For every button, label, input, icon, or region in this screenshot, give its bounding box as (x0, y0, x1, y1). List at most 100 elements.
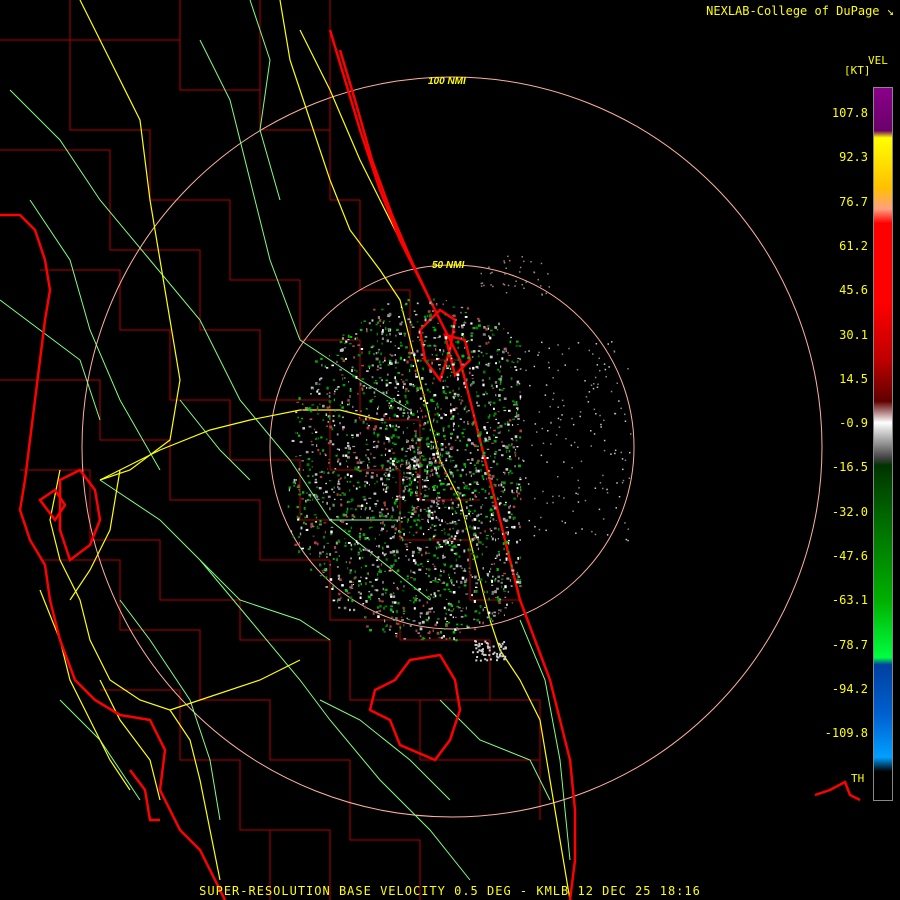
echo-pixel (354, 421, 357, 423)
echo-pixel (584, 499, 587, 502)
echo-pixel (494, 451, 497, 453)
echo-pixel (420, 518, 424, 520)
echo-pixel (410, 576, 413, 579)
echo-pixel (541, 293, 543, 295)
echo-pixel (344, 514, 348, 516)
echo-pixel (470, 549, 473, 551)
echo-pixel (402, 610, 406, 613)
echo-pixel (504, 422, 507, 426)
echo-pixel (330, 530, 333, 534)
echo-pixel (398, 557, 400, 560)
echo-pixel (338, 592, 341, 596)
echo-pixel (550, 421, 552, 424)
echo-pixel (358, 580, 361, 583)
echo-pixel (490, 284, 492, 286)
echo-pixel (342, 454, 345, 457)
echo-pixel (516, 578, 520, 582)
echo-pixel (483, 455, 486, 457)
echo-pixel (470, 350, 473, 353)
echo-pixel (533, 365, 536, 368)
echo-pixel (437, 578, 441, 580)
echo-pixel (463, 421, 465, 424)
echo-pixel (547, 361, 550, 364)
echo-pixel (546, 461, 548, 463)
echo-pixel (418, 451, 422, 454)
echo-pixel (372, 612, 375, 615)
echo-pixel (467, 409, 470, 412)
echo-pixel (531, 444, 533, 447)
echo-pixel (594, 376, 597, 379)
echo-pixel (377, 440, 380, 443)
echo-pixel (495, 418, 497, 420)
echo-pixel (437, 456, 440, 459)
echo-pixel (376, 606, 379, 609)
echo-pixel (516, 360, 519, 363)
echo-pixel (339, 368, 342, 371)
echo-pixel (357, 354, 361, 357)
echo-pixel (368, 352, 371, 355)
echo-pixel (506, 577, 510, 580)
echo-pixel (596, 386, 599, 388)
echo-pixel (374, 537, 376, 540)
echo-pixel (557, 406, 559, 408)
echo-pixel (413, 466, 416, 468)
echo-pixel (431, 400, 435, 402)
echo-pixel (455, 639, 458, 642)
echo-pixel (379, 363, 382, 366)
echo-pixel (407, 417, 409, 420)
echo-pixel (448, 544, 451, 546)
echo-pixel (385, 334, 388, 337)
echo-pixel (350, 557, 352, 560)
echo-pixel (506, 360, 509, 362)
echo-pixel (495, 362, 497, 365)
echo-pixel (469, 462, 472, 464)
echo-pixel (339, 422, 341, 425)
echo-pixel (486, 590, 488, 594)
echo-pixel (529, 384, 531, 387)
echo-pixel (491, 579, 493, 583)
echo-pixel (455, 497, 458, 499)
echo-pixel (464, 465, 467, 468)
echo-pixel (489, 414, 491, 417)
echo-pixel (489, 355, 493, 359)
echo-pixel (430, 499, 433, 503)
echo-pixel (373, 431, 376, 435)
echo-pixel (444, 478, 446, 480)
echo-pixel (409, 383, 412, 386)
echo-pixel (484, 428, 487, 431)
echo-pixel (343, 606, 347, 610)
echo-pixel (342, 359, 346, 362)
echo-pixel (341, 584, 344, 587)
echo-pixel (475, 555, 479, 559)
echo-pixel (421, 553, 423, 557)
echo-pixel (505, 553, 508, 555)
echo-pixel (457, 425, 460, 427)
echo-pixel (499, 559, 501, 561)
echo-pixel (405, 476, 408, 478)
echo-pixel (429, 301, 432, 305)
echo-pixel (343, 377, 346, 379)
echo-pixel (418, 438, 421, 442)
echo-pixel (415, 471, 418, 473)
echo-pixel (423, 399, 425, 402)
echo-pixel (440, 631, 442, 634)
echo-pixel (488, 646, 491, 649)
echo-pixel (473, 525, 475, 527)
echo-pixel (483, 370, 486, 374)
echo-pixel (405, 451, 408, 452)
echo-pixel (328, 391, 331, 394)
scale-label: 14.5 (839, 371, 868, 386)
echo-pixel (315, 437, 318, 440)
echo-pixel (336, 360, 338, 363)
echo-pixel (570, 444, 573, 447)
echo-pixel (456, 580, 458, 583)
echo-pixel (391, 425, 395, 428)
echo-pixel (378, 598, 380, 600)
echo-pixel (498, 655, 501, 658)
echo-pixel (448, 537, 451, 540)
echo-pixel (301, 409, 303, 411)
echo-pixel (329, 564, 332, 566)
echo-pixel (383, 320, 385, 323)
echo-pixel (407, 440, 409, 443)
echo-pixel (397, 372, 401, 374)
